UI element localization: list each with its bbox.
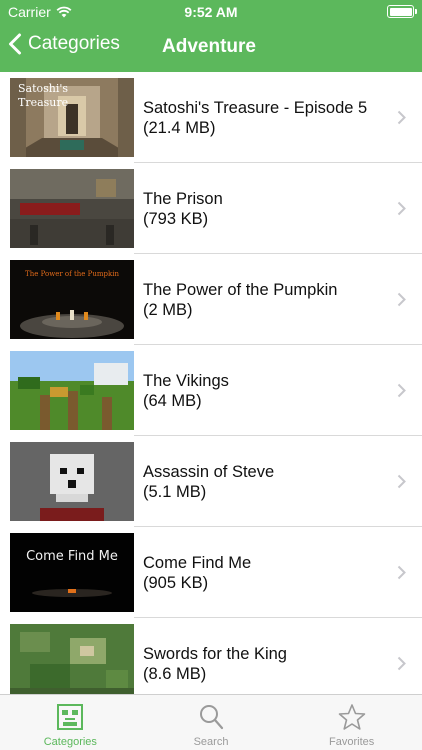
list-item[interactable]: The Prison (793 KB) [0, 163, 422, 254]
map-size: (64 MB) [143, 391, 202, 410]
thumbnail-caption: Satoshi's Treasure [18, 82, 69, 109]
status-time: 9:52 AM [184, 4, 238, 20]
list-item[interactable]: Satoshi's Treasure Satoshi's Treasure - … [0, 72, 422, 163]
battery-icon [387, 5, 417, 18]
map-thumbnail: The Power of the Pumpkin [10, 260, 134, 339]
tab-favorites[interactable]: Favorites [281, 695, 422, 750]
back-button-label: Categories [28, 33, 120, 54]
chevron-right-icon [397, 110, 406, 125]
map-title: The Vikings [143, 371, 229, 390]
chevron-right-icon [397, 565, 406, 580]
list-item[interactable]: The Vikings (64 MB) [0, 345, 422, 436]
list-item[interactable]: Swords for the King (8.6 MB) [0, 618, 422, 694]
map-thumbnail [10, 442, 134, 521]
map-size: (21.4 MB) [143, 118, 216, 137]
map-size: (8.6 MB) [143, 664, 207, 683]
list-item[interactable]: Come Find Me Come Find Me (905 KB) [0, 527, 422, 618]
map-title: Swords for the King [143, 644, 287, 663]
star-icon [338, 704, 365, 730]
page-title: Adventure [162, 36, 256, 57]
chevron-right-icon [397, 656, 406, 671]
categories-icon [57, 704, 84, 730]
map-title: Assassin of Steve [143, 462, 275, 481]
map-thumbnail [10, 624, 134, 694]
chevron-right-icon [397, 292, 406, 307]
navigation-bar: Carrier 9:52 AM Categories Adventure [0, 0, 422, 72]
map-title: Satoshi's Treasure - Episode 5 [143, 98, 368, 117]
tab-label: Categories [43, 736, 97, 748]
tab-search[interactable]: Search [141, 695, 282, 750]
thumbnail-caption: Come Find Me [26, 549, 118, 564]
thumbnail-caption: The Power of the Pumpkin [25, 270, 119, 278]
tab-bar: Categories Search Favorites [0, 694, 422, 750]
tab-label: Favorites [329, 736, 375, 748]
map-thumbnail: Come Find Me [10, 533, 134, 612]
list-item[interactable]: Assassin of Steve (5.1 MB) [0, 436, 422, 527]
map-title: The Power of the Pumpkin [143, 280, 338, 299]
map-size: (2 MB) [143, 300, 193, 319]
chevron-right-icon [397, 474, 406, 489]
map-thumbnail [10, 169, 134, 248]
chevron-right-icon [397, 383, 406, 398]
search-icon [200, 705, 224, 730]
map-size: (905 KB) [143, 573, 209, 592]
map-title: Come Find Me [143, 553, 252, 572]
tab-label: Search [193, 736, 229, 748]
map-thumbnail: Satoshi's Treasure [10, 78, 134, 157]
list-item[interactable]: The Power of the Pumpkin The Power of th… [0, 254, 422, 345]
map-list[interactable]: Satoshi's Treasure Satoshi's Treasure - … [0, 72, 422, 694]
map-size: (793 KB) [143, 209, 209, 228]
chevron-right-icon [397, 201, 406, 216]
tab-categories[interactable]: Categories [0, 695, 141, 750]
map-title: The Prison [143, 189, 223, 208]
map-size: (5.1 MB) [143, 482, 207, 501]
back-button[interactable]: Categories [8, 33, 120, 55]
map-thumbnail [10, 351, 134, 430]
chevron-left-icon [9, 33, 21, 55]
status-bar: Carrier 9:52 AM [0, 0, 422, 22]
